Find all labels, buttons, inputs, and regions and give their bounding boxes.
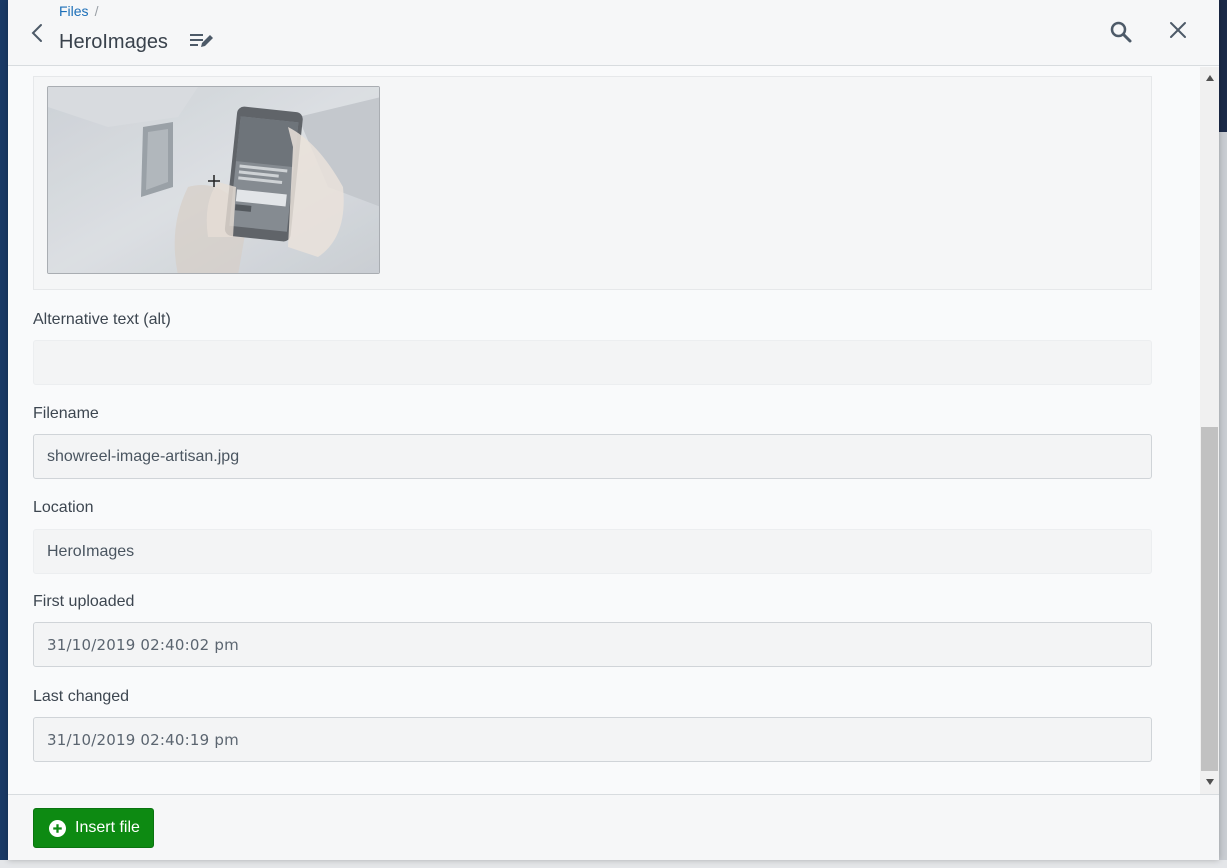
triangle-up-icon (1205, 74, 1214, 81)
last-changed-label: Last changed (33, 688, 130, 705)
triangle-down-icon (1205, 778, 1214, 785)
close-icon (1170, 22, 1186, 38)
scrollbar-thumb[interactable] (1201, 427, 1218, 771)
location-label: Location (33, 499, 94, 516)
scroll-down-arrow[interactable] (1200, 773, 1219, 790)
filename-field[interactable]: showreel-image-artisan.jpg (33, 434, 1152, 479)
chevron-left-icon (31, 24, 42, 42)
breadcrumb-separator: / (94, 3, 99, 19)
background-app-sidebar (0, 0, 8, 868)
file-details-modal: Files / HeroImages Alternative text (alt… (8, 0, 1219, 860)
back-button[interactable] (24, 20, 50, 46)
thumbnail-image (48, 87, 379, 273)
background-app-footer (0, 860, 1227, 868)
filename-label: Filename (33, 405, 99, 422)
image-thumbnail[interactable] (47, 86, 380, 274)
insert-file-button[interactable]: Insert file (33, 808, 154, 848)
first-uploaded-field[interactable]: 31/10/2019 02:40:02 pm (33, 622, 1152, 667)
page-title: HeroImages (59, 31, 168, 53)
modal-header: Files / HeroImages (8, 0, 1219, 66)
last-changed-field[interactable]: 31/10/2019 02:40:19 pm (33, 717, 1152, 762)
close-button[interactable] (1168, 20, 1194, 46)
alt-text-label: Alternative text (alt) (33, 311, 171, 328)
rename-button[interactable] (189, 30, 217, 52)
first-uploaded-label: First uploaded (33, 593, 135, 610)
vertical-scrollbar[interactable] (1200, 67, 1219, 794)
breadcrumb: Files / (59, 3, 98, 19)
plus-circle-icon (49, 819, 66, 837)
breadcrumb-files-link[interactable]: Files (59, 3, 89, 19)
location-field: HeroImages (33, 529, 1152, 574)
modal-footer: Insert file (8, 794, 1219, 860)
scroll-up-arrow[interactable] (1200, 69, 1219, 86)
modal-body: Alternative text (alt) Filename showreel… (8, 67, 1219, 794)
image-preview-panel (33, 76, 1152, 290)
alt-text-field[interactable] (33, 340, 1152, 385)
search-button[interactable] (1109, 20, 1137, 48)
insert-file-label: Insert file (75, 819, 140, 836)
edit-list-icon (190, 34, 213, 47)
search-icon (1110, 21, 1132, 43)
